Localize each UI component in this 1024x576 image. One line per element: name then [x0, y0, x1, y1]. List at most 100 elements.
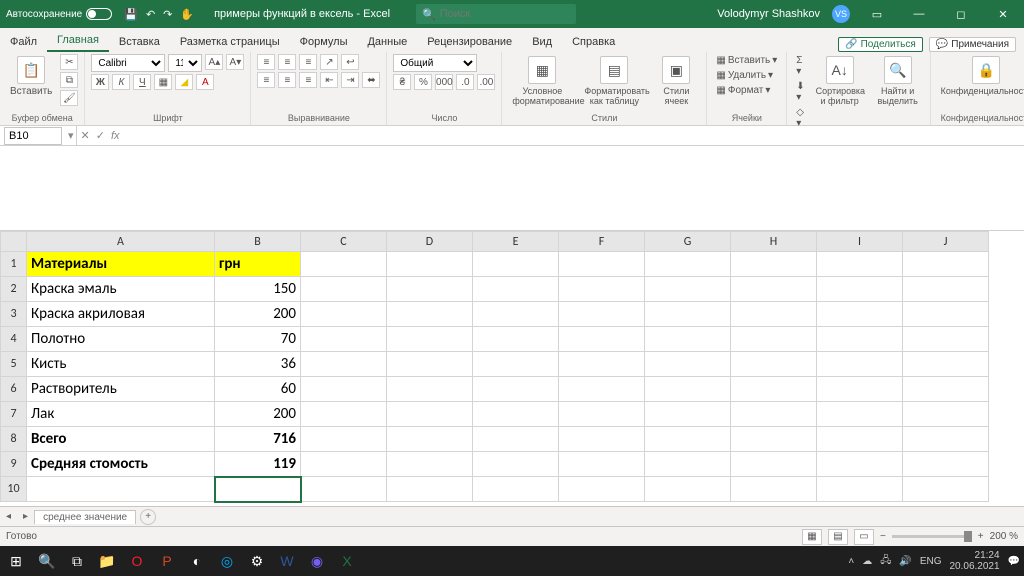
cell-E9[interactable]: [473, 452, 559, 477]
word-icon[interactable]: W: [272, 546, 302, 576]
cell-C9[interactable]: [301, 452, 387, 477]
row-header-10[interactable]: 10: [1, 477, 27, 502]
name-box[interactable]: [4, 127, 62, 145]
cell-B4[interactable]: 70: [215, 327, 301, 352]
cell-G3[interactable]: [645, 302, 731, 327]
cell-A4[interactable]: Полотно: [27, 327, 215, 352]
browser-icon[interactable]: ◎: [212, 546, 242, 576]
cell-B10[interactable]: [215, 477, 301, 502]
cell-E4[interactable]: [473, 327, 559, 352]
cell-F4[interactable]: [559, 327, 645, 352]
cell-J5[interactable]: [903, 352, 989, 377]
cell-J2[interactable]: [903, 277, 989, 302]
cell-E10[interactable]: [473, 477, 559, 502]
cell-E5[interactable]: [473, 352, 559, 377]
tray-language[interactable]: ENG: [920, 556, 942, 567]
cell-B1[interactable]: грн: [215, 252, 301, 277]
cell-G1[interactable]: [645, 252, 731, 277]
cell-F6[interactable]: [559, 377, 645, 402]
ribbon-options-icon[interactable]: ▭: [862, 8, 892, 21]
cell-A10[interactable]: [27, 477, 215, 502]
increase-indent-icon[interactable]: ⇥: [341, 72, 359, 88]
cell-D8[interactable]: [387, 427, 473, 452]
paste-button[interactable]: 📋 Вставить: [6, 54, 56, 99]
fx-icon[interactable]: fx: [111, 130, 120, 142]
confidentiality-button[interactable]: 🔒Конфиденциальность: [937, 54, 1024, 98]
col-header-A[interactable]: A: [27, 232, 215, 252]
cell-I3[interactable]: [817, 302, 903, 327]
settings-taskbar-icon[interactable]: ⚙: [242, 546, 272, 576]
row-header-7[interactable]: 7: [1, 402, 27, 427]
cell-J9[interactable]: [903, 452, 989, 477]
cell-B9[interactable]: 119: [215, 452, 301, 477]
cell-H3[interactable]: [731, 302, 817, 327]
format-painter-icon[interactable]: 🖌: [60, 90, 78, 106]
undo-icon[interactable]: ↶: [146, 8, 155, 21]
row-header-1[interactable]: 1: [1, 252, 27, 277]
touch-icon[interactable]: ✋: [180, 8, 194, 21]
delete-cells-button[interactable]: ▦ Удалить ▾: [713, 69, 780, 82]
row-header-2[interactable]: 2: [1, 277, 27, 302]
cell-J7[interactable]: [903, 402, 989, 427]
cell-C1[interactable]: [301, 252, 387, 277]
cell-I10[interactable]: [817, 477, 903, 502]
cell-A7[interactable]: Лак: [27, 402, 215, 427]
cell-F1[interactable]: [559, 252, 645, 277]
enter-formula-icon[interactable]: ✓: [96, 129, 105, 142]
cell-E3[interactable]: [473, 302, 559, 327]
cell-E1[interactable]: [473, 252, 559, 277]
sort-filter-button[interactable]: A↓Сортировка и фильтр: [812, 54, 868, 108]
cell-F3[interactable]: [559, 302, 645, 327]
zoom-slider[interactable]: [892, 535, 972, 538]
cell-A8[interactable]: Всего: [27, 427, 215, 452]
cell-C5[interactable]: [301, 352, 387, 377]
find-select-button[interactable]: 🔍Найти и выделить: [872, 54, 924, 108]
format-cells-button[interactable]: ▦ Формат ▾: [713, 84, 780, 97]
col-header-F[interactable]: F: [559, 232, 645, 252]
tray-volume-icon[interactable]: 🔊: [899, 556, 911, 567]
cell-I8[interactable]: [817, 427, 903, 452]
powerpoint-icon[interactable]: P: [152, 546, 182, 576]
add-sheet-button[interactable]: +: [140, 509, 156, 525]
cell-styles-button[interactable]: ▣Стили ячеек: [652, 54, 700, 108]
conditional-formatting-button[interactable]: ▦Условное форматирование: [508, 54, 576, 108]
chrome-icon[interactable]: ◐: [182, 546, 212, 576]
cell-C6[interactable]: [301, 377, 387, 402]
cell-E7[interactable]: [473, 402, 559, 427]
cell-B8[interactable]: 716: [215, 427, 301, 452]
cell-H2[interactable]: [731, 277, 817, 302]
tray-network-icon[interactable]: 🖧: [880, 553, 891, 570]
viber-icon[interactable]: ◉: [302, 546, 332, 576]
autosave-toggle[interactable]: Автосохранение: [6, 8, 112, 20]
cell-I1[interactable]: [817, 252, 903, 277]
tab-рецензирование[interactable]: Рецензирование: [417, 32, 522, 52]
sheet-tab[interactable]: среднее значение: [34, 510, 136, 524]
cell-D1[interactable]: [387, 252, 473, 277]
cell-H8[interactable]: [731, 427, 817, 452]
cell-B6[interactable]: 60: [215, 377, 301, 402]
comma-icon[interactable]: 000: [435, 74, 453, 90]
col-header-E[interactable]: E: [473, 232, 559, 252]
row-header-8[interactable]: 8: [1, 427, 27, 452]
cell-B3[interactable]: 200: [215, 302, 301, 327]
cell-J10[interactable]: [903, 477, 989, 502]
row-header-3[interactable]: 3: [1, 302, 27, 327]
cut-icon[interactable]: ✂: [60, 54, 78, 70]
worksheet-area[interactable]: ABCDEFGHIJ1Материалыгрн2Краска эмаль1503…: [0, 231, 1024, 506]
cell-F9[interactable]: [559, 452, 645, 477]
sheet-nav-prev-icon[interactable]: ◂: [0, 511, 17, 522]
cell-J4[interactable]: [903, 327, 989, 352]
cell-E2[interactable]: [473, 277, 559, 302]
excel-taskbar-icon[interactable]: X: [332, 546, 362, 576]
cell-G2[interactable]: [645, 277, 731, 302]
cell-F2[interactable]: [559, 277, 645, 302]
cell-A9[interactable]: Средняя стомость: [27, 452, 215, 477]
grid-table[interactable]: ABCDEFGHIJ1Материалыгрн2Краска эмаль1503…: [0, 231, 989, 502]
fill-button[interactable]: ⬇ ▾: [793, 80, 807, 104]
cell-F8[interactable]: [559, 427, 645, 452]
increase-font-icon[interactable]: A▴: [205, 54, 223, 70]
cell-H9[interactable]: [731, 452, 817, 477]
align-center-icon[interactable]: ≡: [278, 72, 296, 88]
cell-A6[interactable]: Растворитель: [27, 377, 215, 402]
merge-icon[interactable]: ⬌: [362, 72, 380, 88]
